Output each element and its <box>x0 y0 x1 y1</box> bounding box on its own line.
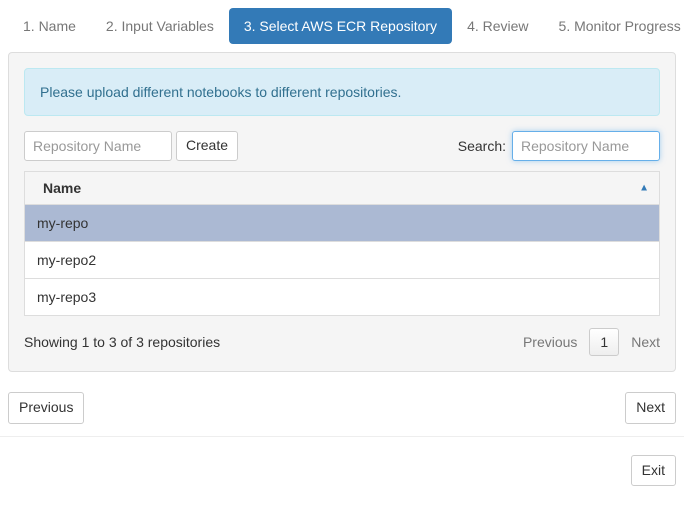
info-alert-text: Please upload different notebooks to dif… <box>40 84 401 100</box>
wizard-tab-review[interactable]: 4. Review <box>452 8 543 44</box>
wizard-tab-monitor[interactable]: 5. Monitor Progress <box>544 8 684 44</box>
wizard-tab-select-repo[interactable]: 3. Select AWS ECR Repository <box>229 8 452 44</box>
repo-name-input[interactable] <box>24 131 172 161</box>
wizard-tabs: 1. Name 2. Input Variables 3. Select AWS… <box>0 0 684 44</box>
column-header-name[interactable]: Name ▲ <box>25 172 660 205</box>
search-input[interactable] <box>512 131 660 161</box>
info-alert: Please upload different notebooks to dif… <box>24 68 660 116</box>
wizard-tab-input-variables[interactable]: 2. Input Variables <box>91 8 229 44</box>
cell-name: my-repo2 <box>25 242 660 279</box>
table-row[interactable]: my-repo3 <box>25 279 660 316</box>
sort-asc-icon: ▲ <box>639 183 649 194</box>
pagination: Previous 1 Next <box>523 328 660 356</box>
main-panel: Please upload different notebooks to dif… <box>8 52 676 372</box>
exit-row: Exit <box>0 437 684 495</box>
table-row[interactable]: my-repo <box>25 205 660 242</box>
search-label: Search: <box>458 138 506 154</box>
pagination-next[interactable]: Next <box>631 334 660 350</box>
cell-name: my-repo <box>25 205 660 242</box>
wizard-tab-name[interactable]: 1. Name <box>8 8 91 44</box>
repo-toolbar: Create Search: <box>24 131 660 161</box>
table-footer: Showing 1 to 3 of 3 repositories Previou… <box>24 328 660 356</box>
table-info: Showing 1 to 3 of 3 repositories <box>24 334 220 350</box>
repo-table: Name ▲ my-repo my-repo2 my-repo3 <box>24 171 660 316</box>
next-button[interactable]: Next <box>625 392 676 424</box>
cell-name: my-repo3 <box>25 279 660 316</box>
column-header-name-text: Name <box>43 180 81 196</box>
pagination-prev[interactable]: Previous <box>523 334 577 350</box>
exit-button[interactable]: Exit <box>631 455 676 487</box>
wizard-footer: Previous Next <box>0 380 684 437</box>
create-button[interactable]: Create <box>176 131 238 161</box>
pagination-page-1[interactable]: 1 <box>589 328 619 356</box>
previous-button[interactable]: Previous <box>8 392 84 424</box>
table-row[interactable]: my-repo2 <box>25 242 660 279</box>
